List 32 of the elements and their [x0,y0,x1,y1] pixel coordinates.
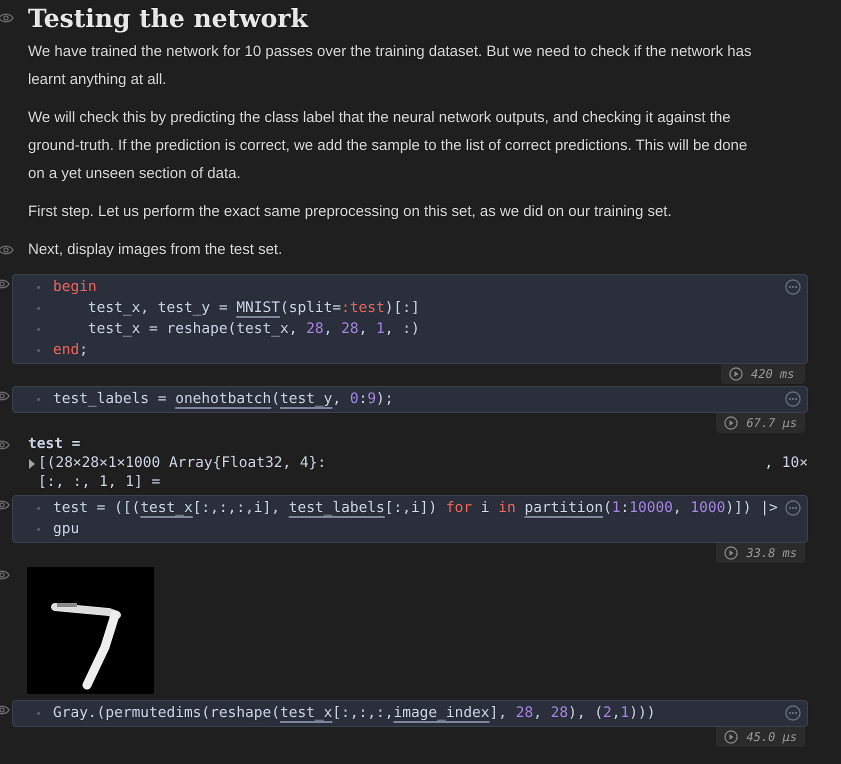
paragraph: We will check this by predicting the class label that the neural network outputs, and checking it against the ground-truth. If the prediction is correct, we add the sample to the list of correct predictions. This will be done on a yet unseen section of data. [28,108,748,184]
code-line: Gray.(permutedims(reshape(test_x[:,:,:,image_index], 28, 28), (2,1))) [53,704,656,723]
code-cell[interactable]: Gray.(permutedims(reshape(test_x[:,:,:,image_index], 28, 28), (2,1))) [12,700,808,727]
code-cell[interactable]: test = ([(test_x[:,:,:,i], test_labels[:,i]) for i in partition(1:10000, 1000)]) |> gpu [12,495,808,543]
paragraph: We have trained the network for 10 passes over the training dataset. But we need to check if the network has learnt anything at all. [28,42,752,90]
run-time-badge[interactable]: 420 ms [721,364,805,384]
code-line: test = ([(test_x[:,:,:,i], test_labels[:,i]) for i in partition(1:10000, 1000)]) |> [53,499,778,518]
code-line: end; [53,341,88,360]
code-line: test_labels = onehotbatch(test_y, 0:9); [53,390,394,409]
run-time-badge[interactable]: 67.7 μs [716,413,805,433]
eye-icon[interactable] [0,12,14,24]
section-heading: Testing the network [28,3,310,35]
output-text: [(28×28×1×1000 Array{Float32, 4}: [38,454,328,473]
code-line: test_x = reshape(test_x, 28, 28, 1, :) [86,320,420,339]
output-text: [:, :, 1, 1] = [38,473,162,492]
code-cell[interactable]: begin test_x, test_y = MNIST(split=:test)[:] test_x = reshape(test_x, 28, 28, 1, :) end; [12,274,808,364]
more-options-icon[interactable] [785,279,801,295]
eye-icon[interactable] [0,244,14,256]
code-cell[interactable]: test_labels = onehotbatch(test_y, 0:9); [12,386,808,413]
more-options-icon[interactable] [785,705,801,721]
code-line: test_x, test_y = MNIST(split=:test)[:] [86,299,420,318]
output-text: , 10× [764,454,808,473]
paragraph: First step. Let us perform the exact same preprocessing on this set, as we did on our training set. [28,202,673,222]
run-time-badge[interactable]: 33.8 ms [716,543,805,563]
run-time-badge[interactable]: 45.0 μs [716,727,805,747]
more-options-icon[interactable] [785,391,801,407]
paragraph: Next, display images from the test set. [28,240,284,260]
expand-triangle-icon[interactable] [28,459,36,469]
more-options-icon[interactable] [785,500,801,516]
code-line: gpu [53,520,80,539]
code-line: begin [53,278,97,297]
output-name: test = [28,435,82,454]
